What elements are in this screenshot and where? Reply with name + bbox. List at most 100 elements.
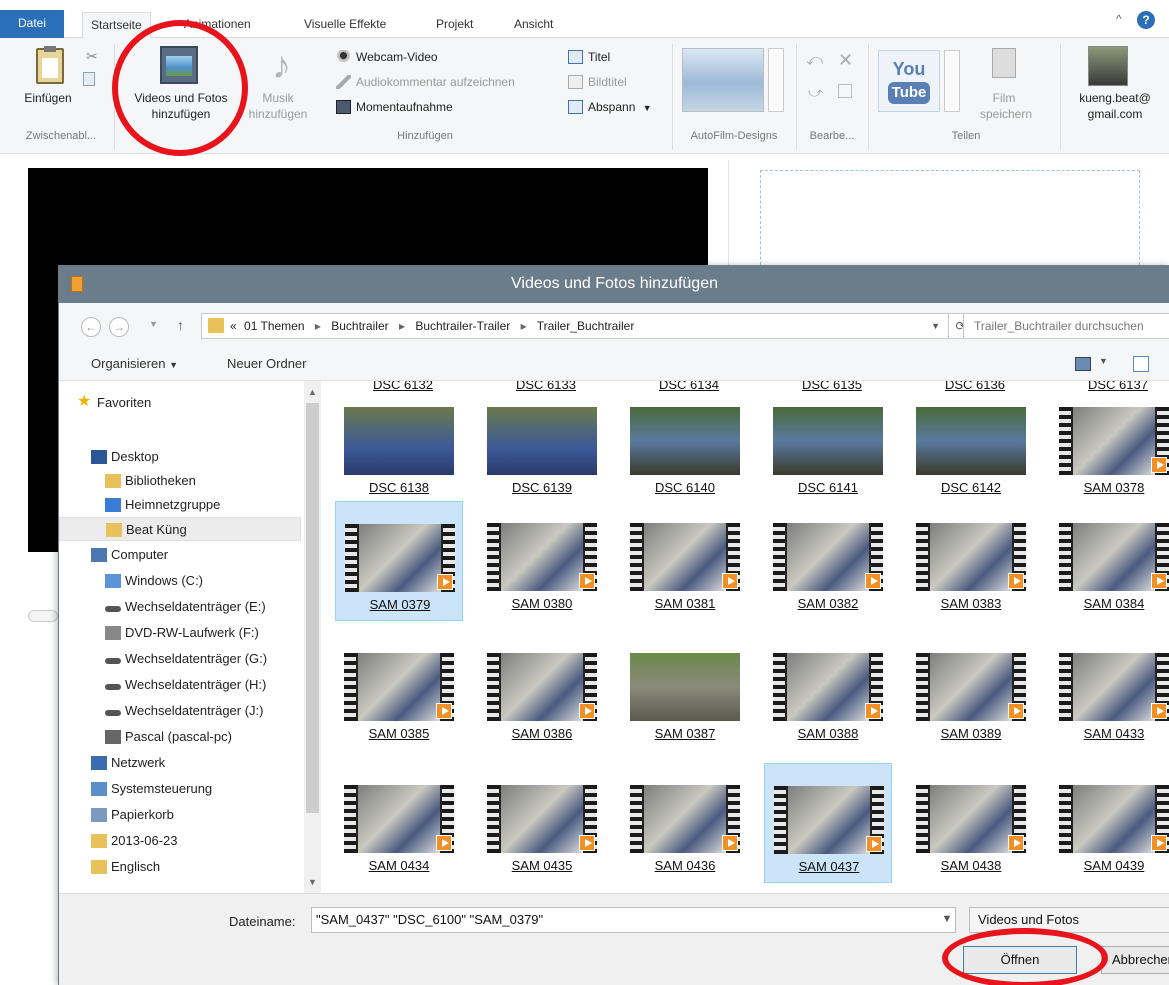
nav-item[interactable]: ★ Favoriten — [59, 391, 301, 415]
save-movie-icon[interactable] — [992, 48, 1016, 78]
up-button[interactable]: ↑ — [177, 317, 184, 333]
file-item[interactable]: SAM 0386 — [478, 631, 606, 751]
nav-item[interactable]: Desktop — [59, 445, 301, 469]
file-item[interactable]: SAM 0378 — [1050, 385, 1169, 505]
file-item[interactable]: SAM 0387 — [621, 631, 749, 751]
scroll-down-icon[interactable]: ▼ — [308, 877, 317, 887]
nav-item[interactable]: Wechseldatenträger (G:) — [59, 647, 301, 671]
file-item[interactable]: DSC 6138 — [335, 385, 463, 505]
tab-project[interactable]: Projekt — [428, 12, 481, 38]
account-label-1[interactable]: kueng.beat@ — [1060, 90, 1169, 106]
tab-view[interactable]: Ansicht — [506, 12, 561, 38]
cancel-button[interactable]: Abbrechen — [1101, 946, 1169, 974]
scroll-up-icon[interactable]: ▲ — [308, 387, 317, 397]
add-music-label-1[interactable]: Musik — [240, 90, 316, 106]
file-item[interactable]: SAM 0383 — [907, 501, 1035, 621]
audio-comment-button[interactable]: Audiokommentar aufzeichnen — [334, 72, 515, 92]
nav-item[interactable]: Pascal (pascal-pc) — [59, 725, 301, 749]
breadcrumb-item[interactable]: Buchtrailer-Trailer — [415, 319, 510, 333]
file-item[interactable]: SAM 0437 — [764, 763, 892, 883]
file-item[interactable]: SAM 0382 — [764, 501, 892, 621]
file-item[interactable]: SAM 0434 — [335, 763, 463, 883]
file-item[interactable]: SAM 0380 — [478, 501, 606, 621]
remove-icon[interactable]: ✕ — [838, 50, 853, 71]
nav-item[interactable]: Papierkorb — [59, 803, 301, 827]
file-item[interactable]: DSC 6139 — [478, 385, 606, 505]
search-input[interactable]: Trailer_Buchtrailer durchsuchen — [963, 313, 1169, 339]
filename-input[interactable]: "SAM_0437" "DSC_6100" "SAM_0379" — [311, 907, 956, 933]
paste-icon[interactable] — [36, 46, 64, 84]
nav-item[interactable]: Wechseldatenträger (E:) — [59, 595, 301, 619]
file-item[interactable]: SAM 0388 — [764, 631, 892, 751]
recent-locations-icon[interactable]: ▼ — [149, 319, 158, 329]
nav-item[interactable]: Wechseldatenträger (J:) — [59, 699, 301, 723]
view-options-icon[interactable] — [1075, 357, 1091, 371]
caption-button[interactable]: Bildtitel — [566, 72, 627, 92]
autofilm-theme-thumbnail[interactable] — [682, 48, 764, 112]
storyboard-drop-area[interactable] — [760, 170, 1140, 280]
seek-slider[interactable] — [28, 610, 58, 622]
select-all-icon[interactable] — [838, 84, 852, 98]
webcam-video-button[interactable]: Webcam-Video — [334, 47, 438, 67]
nav-item[interactable]: Windows (C:) — [59, 569, 301, 593]
nav-item[interactable]: DVD-RW-Laufwerk (F:) — [59, 621, 301, 645]
cut-icon[interactable]: ✂ — [86, 48, 98, 65]
filename-dropdown-icon[interactable]: ▼ — [939, 907, 955, 933]
view-dropdown-icon[interactable]: ▼ — [1099, 356, 1108, 366]
address-bar[interactable]: « 01 Themen ▸ Buchtrailer ▸ Buchtrailer-… — [201, 313, 949, 339]
music-note-icon[interactable]: ♪ — [272, 46, 291, 86]
breadcrumb-overflow[interactable]: « — [230, 319, 237, 333]
file-item[interactable]: SAM 0379 — [335, 501, 463, 621]
nav-item[interactable]: Systemsteuerung — [59, 777, 301, 801]
title-button[interactable]: Titel — [566, 47, 610, 67]
avatar[interactable] — [1088, 46, 1128, 86]
tab-visual-effects[interactable]: Visuelle Effekte — [296, 12, 394, 38]
rotate-left-icon[interactable]: ⤺ — [806, 52, 823, 70]
back-button[interactable]: ← — [81, 317, 101, 337]
file-item[interactable]: SAM 0438 — [907, 763, 1035, 883]
nav-item[interactable]: 2013-06-23 — [59, 829, 301, 853]
file-item[interactable]: SAM 0385 — [335, 631, 463, 751]
youtube-icon[interactable]: You Tube — [878, 50, 940, 112]
breadcrumb-item[interactable]: Trailer_Buchtrailer — [537, 319, 635, 333]
preview-pane-icon[interactable] — [1133, 356, 1149, 372]
add-music-label-2[interactable]: hinzufügen — [232, 106, 324, 122]
nav-item[interactable]: Netzwerk — [59, 751, 301, 775]
rotate-right-icon[interactable]: ⤻ — [808, 84, 823, 101]
nav-item[interactable]: Bibliotheken — [59, 469, 301, 493]
file-item[interactable]: DSC 6142 — [907, 385, 1035, 505]
nav-item[interactable]: Heimnetzgruppe — [59, 493, 301, 517]
nav-item[interactable]: Beat Küng — [59, 517, 301, 541]
file-item[interactable]: SAM 0439 — [1050, 763, 1169, 883]
address-dropdown-icon[interactable]: ▼ — [931, 314, 940, 338]
share-scroll[interactable] — [944, 50, 960, 112]
save-movie-label-1[interactable]: Film — [972, 90, 1036, 106]
tab-file[interactable]: Datei — [0, 10, 64, 38]
file-item[interactable]: DSC 6141 — [764, 385, 892, 505]
breadcrumb-separator-icon[interactable]: ▸ — [399, 319, 405, 333]
save-movie-label-2[interactable]: speichern — [966, 106, 1046, 122]
paste-button[interactable]: Einfügen — [18, 90, 78, 106]
nav-item[interactable]: Englisch — [59, 855, 301, 879]
nav-item[interactable]: Computer — [59, 543, 301, 567]
forward-button[interactable]: → — [109, 317, 129, 337]
help-icon[interactable]: ? — [1137, 11, 1155, 29]
collapse-ribbon-icon[interactable]: ^ — [1116, 12, 1122, 26]
copy-icon[interactable] — [83, 72, 95, 86]
organize-button[interactable]: Organisieren ▼ — [91, 356, 178, 371]
snapshot-button[interactable]: Momentaufnahme — [334, 97, 453, 117]
file-item[interactable]: SAM 0389 — [907, 631, 1035, 751]
breadcrumb-separator-icon[interactable]: ▸ — [315, 319, 321, 333]
file-item[interactable]: DSC 6140 — [621, 385, 749, 505]
account-label-2[interactable]: gmail.com — [1060, 106, 1169, 122]
autofilm-scroll[interactable] — [768, 48, 784, 112]
credits-button[interactable]: Abspann ▼ — [566, 97, 652, 117]
new-folder-button[interactable]: Neuer Ordner — [227, 356, 306, 371]
file-item[interactable]: SAM 0384 — [1050, 501, 1169, 621]
file-item[interactable]: SAM 0435 — [478, 763, 606, 883]
nav-item[interactable]: Wechseldatenträger (H:) — [59, 673, 301, 697]
breadcrumb-item[interactable]: 01 Themen — [244, 319, 305, 333]
breadcrumb-separator-icon[interactable]: ▸ — [521, 319, 527, 333]
file-item[interactable]: SAM 0381 — [621, 501, 749, 621]
file-item[interactable]: SAM 0433 — [1050, 631, 1169, 751]
